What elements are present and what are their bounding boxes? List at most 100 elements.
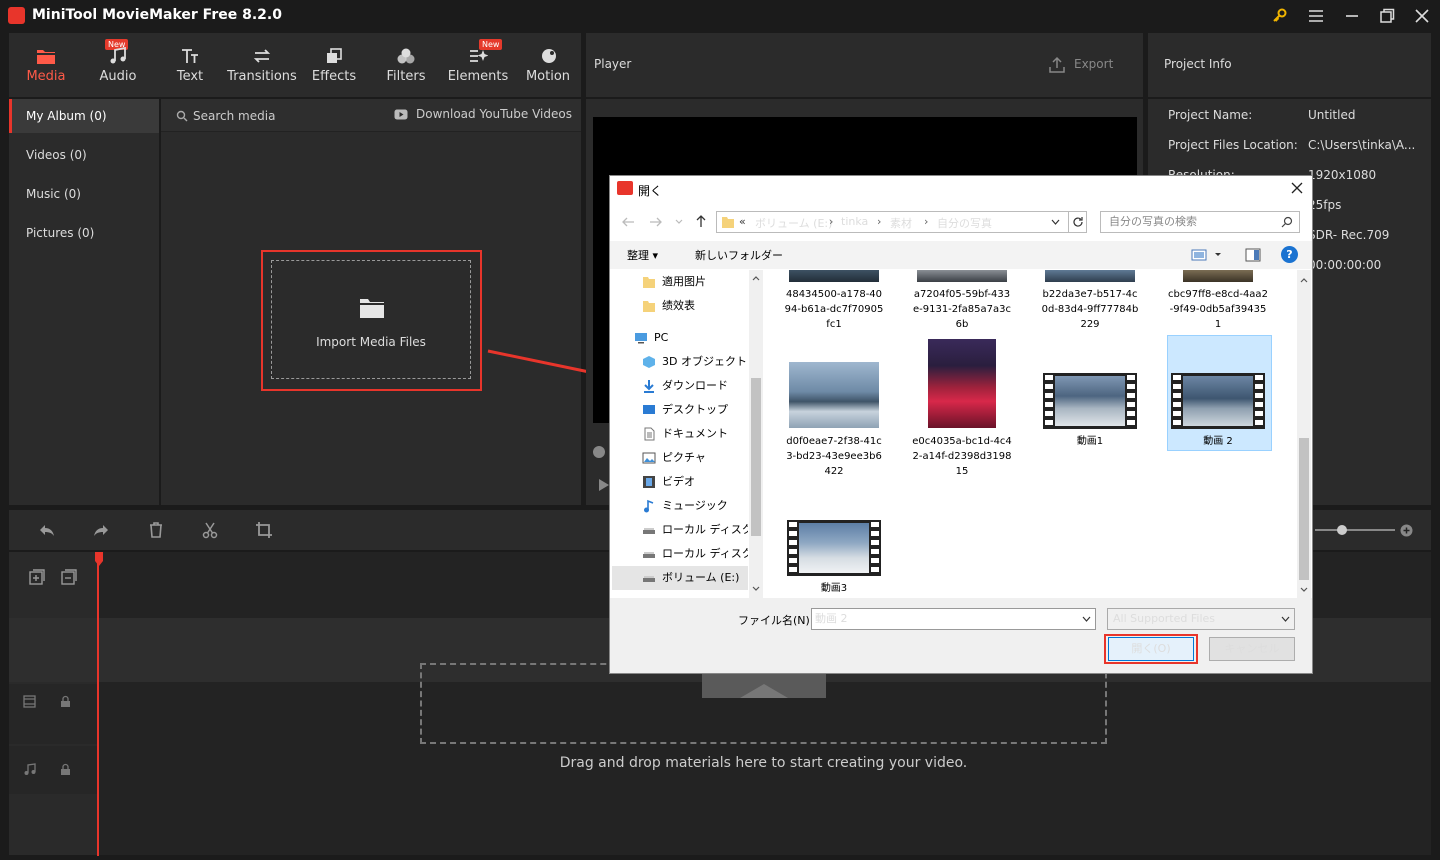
nav-item-folder-1[interactable]: 適用图片 [612, 270, 748, 294]
sidebar-item-videos[interactable]: Videos (0) [9, 138, 159, 172]
sidebar-item-my-album[interactable]: My Album (0) [9, 99, 159, 133]
maximize-icon[interactable] [1378, 7, 1396, 25]
nav-item-videos[interactable]: ビデオ [612, 470, 748, 494]
breadcrumb-my-photos[interactable]: 自分の写真 [937, 215, 992, 231]
video-thumbnail[interactable] [787, 520, 881, 576]
delete-icon[interactable] [147, 521, 165, 539]
file-thumbnail[interactable] [1183, 270, 1253, 282]
download-youtube-button[interactable]: Download YouTube Videos [394, 107, 572, 123]
file-item-name[interactable]: 動画 2 [1168, 434, 1268, 449]
file-thumbnail[interactable] [1045, 270, 1135, 282]
tab-filters[interactable]: Filters [371, 33, 441, 97]
file-thumbnail[interactable] [789, 270, 879, 282]
zoom-slider-handle[interactable] [1337, 525, 1347, 535]
redo-icon[interactable] [92, 521, 110, 539]
nav-item-local-disk-c[interactable]: ローカル ディスク (C [612, 518, 748, 542]
file-item-name[interactable]: 48434500-a178-4094-b61a-dc7f70905fc1 [784, 287, 884, 332]
filters-icon [396, 47, 416, 65]
file-item-name[interactable]: 動画1 [1040, 434, 1140, 449]
help-icon[interactable]: ? [1281, 246, 1298, 263]
dialog-search-input[interactable]: 自分の写真の検索 [1100, 211, 1300, 233]
address-bar[interactable]: « ボリューム (E:) › tinka › 素材 › 自分の写真 [716, 211, 1069, 233]
tab-media[interactable]: Media [11, 33, 81, 97]
recent-dropdown-icon[interactable] [675, 218, 683, 226]
new-folder-button[interactable]: 新しいフォルダー [695, 247, 783, 263]
file-thumbnail[interactable] [917, 270, 1007, 282]
menu-icon[interactable] [1307, 7, 1325, 25]
navigation-scrollbar[interactable] [749, 270, 763, 598]
sidebar-item-music[interactable]: Music (0) [9, 177, 159, 211]
video-thumbnail[interactable] [1043, 373, 1137, 429]
scroll-down-icon[interactable] [1300, 587, 1308, 593]
filename-dropdown-icon[interactable] [1082, 616, 1091, 623]
search-media-input[interactable]: Search media [176, 108, 296, 124]
view-mode-icon[interactable] [1191, 248, 1221, 262]
dialog-close-icon[interactable] [1290, 181, 1304, 195]
nav-item-desktop[interactable]: デスクトップ [612, 398, 748, 422]
file-list-scrollbar[interactable] [1297, 270, 1311, 598]
nav-item-3d-objects[interactable]: 3D オブジェクト [612, 350, 748, 374]
zoom-in-icon[interactable] [1400, 524, 1413, 537]
nav-item-local-disk-d[interactable]: ローカル ディスク (D [612, 542, 748, 566]
tab-text[interactable]: Text [155, 33, 225, 97]
remove-track-icon[interactable] [61, 569, 77, 585]
filename-input[interactable]: 動画 2 [811, 608, 1096, 630]
file-item-name[interactable]: d0f0eae7-2f38-41c3-bd23-43e9ee3b6422 [784, 434, 884, 479]
video-thumbnail[interactable] [1171, 373, 1265, 429]
file-thumbnail[interactable] [928, 339, 996, 428]
scroll-up-icon[interactable] [1300, 277, 1308, 283]
tab-audio[interactable]: New Audio [83, 33, 153, 97]
nav-item-documents[interactable]: ドキュメント [612, 422, 748, 446]
file-type-select[interactable]: All Supported Files [1107, 608, 1295, 630]
minimize-icon[interactable] [1343, 7, 1361, 25]
file-item-name[interactable]: b22da3e7-b517-4c0d-83d4-9ff77784b229 [1040, 287, 1140, 332]
scroll-up-icon[interactable] [752, 275, 760, 281]
file-type-dropdown-icon[interactable] [1281, 616, 1290, 623]
preview-pane-icon[interactable] [1245, 248, 1261, 262]
breadcrumb-tinka[interactable]: tinka [841, 215, 868, 228]
nav-item-downloads[interactable]: ダウンロード [612, 374, 748, 398]
key-icon[interactable] [1271, 7, 1289, 25]
address-dropdown-icon[interactable] [1051, 219, 1060, 226]
tab-effects[interactable]: Effects [299, 33, 369, 97]
nav-item-music[interactable]: ミュージック [612, 494, 748, 518]
scroll-down-icon[interactable] [752, 586, 760, 592]
tab-transitions[interactable]: Transitions [227, 33, 297, 97]
file-scroll-thumb[interactable] [1299, 438, 1309, 580]
add-track-icon[interactable] [29, 569, 45, 585]
forward-arrow-icon[interactable] [648, 214, 664, 230]
file-thumbnail[interactable] [789, 362, 879, 428]
nav-item-pictures[interactable]: ピクチャ [612, 446, 748, 470]
nav-item-volume-e[interactable]: ボリューム (E:) [612, 566, 748, 590]
tab-motion[interactable]: Motion [515, 33, 581, 97]
cancel-button[interactable]: キャンセル [1209, 637, 1295, 661]
organize-menu[interactable]: 整理 ▾ [627, 247, 658, 263]
navigation-scroll-thumb[interactable] [751, 378, 761, 536]
file-item-name[interactable]: cbc97ff8-e8cd-4aa2-9f49-0db5af394351 [1168, 287, 1268, 332]
breadcrumb-volume-e[interactable]: ボリューム (E:) [755, 215, 832, 231]
split-scissors-icon[interactable] [201, 521, 219, 539]
up-arrow-icon[interactable] [693, 213, 709, 229]
tab-elements[interactable]: New Elements [443, 33, 513, 97]
nav-item-folder-2[interactable]: 绩效表 [612, 294, 748, 318]
close-icon[interactable] [1413, 7, 1431, 25]
lock-icon[interactable] [60, 695, 71, 708]
import-media-button[interactable]: Import Media Files [271, 260, 471, 379]
back-arrow-icon[interactable] [620, 214, 636, 230]
lock-icon[interactable] [60, 763, 71, 776]
breadcrumb-sozai[interactable]: 素材 [890, 215, 912, 231]
export-button[interactable]: Export [1048, 55, 1118, 75]
seek-handle[interactable] [593, 446, 605, 458]
breadcrumb-overflow[interactable]: « [739, 215, 746, 228]
file-item-name[interactable]: a7204f05-59bf-433e-9131-2fa85a7a3c6b [912, 287, 1012, 332]
timeline-drop-zone[interactable] [420, 663, 1107, 744]
crop-icon[interactable] [255, 521, 273, 539]
sidebar-item-pictures[interactable]: Pictures (0) [9, 216, 159, 250]
zoom-slider-track[interactable] [1315, 529, 1395, 531]
open-button[interactable]: 開く(O) [1108, 637, 1194, 661]
refresh-button[interactable] [1068, 211, 1087, 233]
undo-icon[interactable] [38, 521, 56, 539]
file-item-name[interactable]: e0c4035a-bc1d-4c42-a14f-d2398d319815 [912, 434, 1012, 479]
nav-item-pc[interactable]: PC [612, 326, 748, 350]
file-item-name[interactable]: 動画3 [784, 581, 884, 596]
